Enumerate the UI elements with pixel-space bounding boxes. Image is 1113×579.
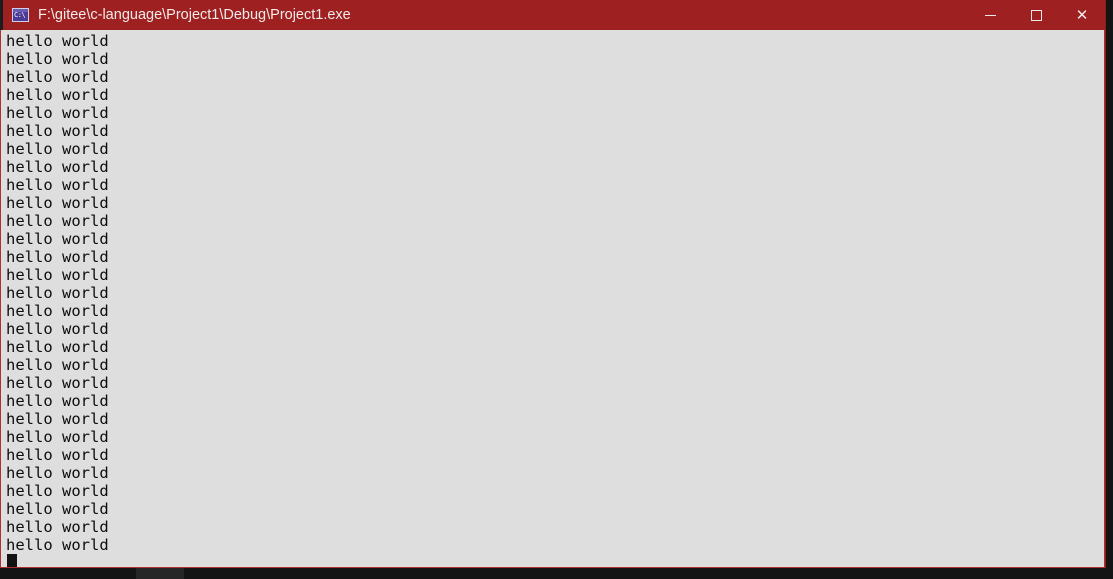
console-output-line: hello world <box>6 230 109 248</box>
console-cursor <box>7 554 17 567</box>
maximize-icon <box>1030 9 1042 21</box>
console-output-line: hello world <box>6 356 109 374</box>
window-title: F:\gitee\c-language\Project1\Debug\Proje… <box>38 7 351 23</box>
console-output-line: hello world <box>6 32 109 50</box>
console-output-line: hello world <box>6 68 109 86</box>
console-output-line: hello world <box>6 50 109 68</box>
console-output-line: hello world <box>6 302 109 320</box>
minimize-icon <box>984 14 996 16</box>
console-output-line: hello world <box>6 338 109 356</box>
console-app-icon: C:\ <box>12 8 29 22</box>
console-output-line: hello world <box>6 248 109 266</box>
console-output-line: hello world <box>6 518 109 536</box>
console-output-line: hello world <box>6 86 109 104</box>
console-output-line: hello world <box>6 140 109 158</box>
console-titlebar[interactable]: C:\ F:\gitee\c-language\Project1\Debug\P… <box>0 0 1105 30</box>
console-output-line: hello world <box>6 536 109 554</box>
console-output-line: hello world <box>6 374 109 392</box>
console-output-line: hello world <box>6 464 109 482</box>
console-output-line: hello world <box>6 194 109 212</box>
desktop-background-right <box>1105 0 1113 579</box>
background-window-edge <box>136 568 184 579</box>
console-window[interactable]: C:\ F:\gitee\c-language\Project1\Debug\P… <box>0 0 1105 568</box>
screen: 222// printf("%d", strlen(a));223//224//… <box>0 0 1113 579</box>
console-output-line: hello world <box>6 320 109 338</box>
console-output-line: hello world <box>6 428 109 446</box>
console-output-line: hello world <box>6 104 109 122</box>
console-output-line: hello world <box>6 212 109 230</box>
console-output-line: hello world <box>6 158 109 176</box>
console-output-line: hello world <box>6 122 109 140</box>
console-output-line: hello world <box>6 266 109 284</box>
console-output-line: hello world <box>6 482 109 500</box>
window-controls: ✕ <box>967 0 1105 30</box>
minimize-button[interactable] <box>967 0 1013 30</box>
console-output-line: hello world <box>6 392 109 410</box>
close-icon: ✕ <box>1075 5 1089 24</box>
console-output-line: hello world <box>6 284 109 302</box>
console-output-line: hello world <box>6 500 109 518</box>
console-output-line: hello world <box>6 446 109 464</box>
maximize-button[interactable] <box>1013 0 1059 30</box>
console-output-line: hello world <box>6 410 109 428</box>
console-output-text: hello world hello world hello world hello w… <box>6 32 109 554</box>
close-button[interactable]: ✕ <box>1059 0 1105 30</box>
console-output-line: hello world <box>6 176 109 194</box>
console-output-area[interactable]: hello world hello world hello world hello w… <box>0 30 1105 568</box>
icon-prompt-glyph: C:\ <box>14 11 26 19</box>
